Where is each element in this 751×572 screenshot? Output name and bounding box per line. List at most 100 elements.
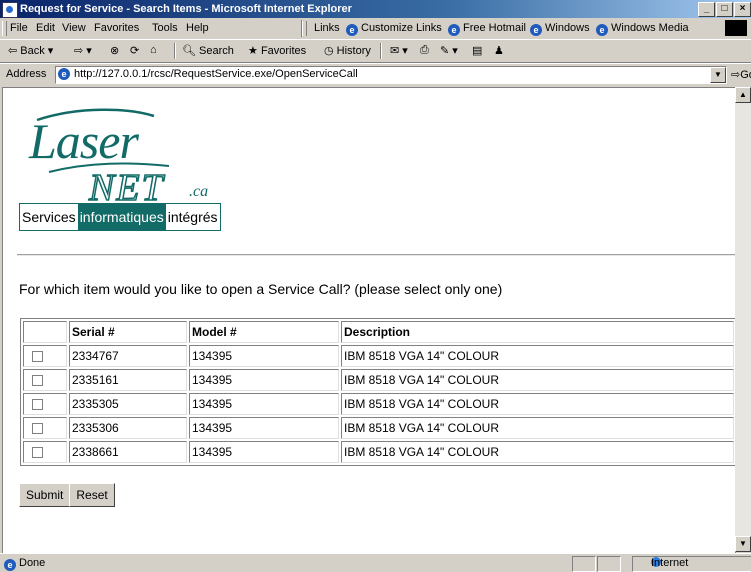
go-label: Go <box>740 69 751 81</box>
model-cell: 134395 <box>189 369 339 391</box>
edit-button[interactable]: ✎ ▾ <box>440 44 458 57</box>
link-windows-media[interactable]: e Windows Media <box>596 22 689 36</box>
refresh-button[interactable]: ⟳ <box>130 44 139 57</box>
link-windows-label: Windows <box>545 22 590 34</box>
menu-grip[interactable] <box>2 21 7 36</box>
status-label: Done <box>19 557 46 569</box>
messenger-icon: ♟ <box>494 45 504 57</box>
serial-cell: 2338661 <box>69 441 187 463</box>
messenger-button[interactable]: ♟ <box>494 44 504 57</box>
vertical-scrollbar[interactable]: ▲ ▼ <box>735 87 751 552</box>
status-pane <box>572 556 596 572</box>
serial-cell: 2335161 <box>69 369 187 391</box>
favorites-icon: ★ <box>248 45 258 57</box>
menu-help[interactable]: Help <box>186 22 209 34</box>
ie-page-icon: e <box>530 24 542 36</box>
minimize-button[interactable]: _ <box>698 2 715 17</box>
table-row: 2334767 134395 IBM 8518 VGA 14" COLOUR <box>23 345 734 367</box>
table-row: 2338661 134395 IBM 8518 VGA 14" COLOUR <box>23 441 734 463</box>
link-windows-media-label: Windows Media <box>611 22 689 34</box>
form-buttons: Submit Reset <box>19 483 115 507</box>
ie-app-icon[interactable] <box>2 2 18 18</box>
stop-button[interactable]: ⊗ <box>110 44 119 57</box>
model-cell: 134395 <box>189 417 339 439</box>
menu-tools[interactable]: Tools <box>152 22 178 34</box>
divider <box>17 254 735 256</box>
logo-laser-text: Laser <box>29 113 139 169</box>
refresh-icon: ⟳ <box>130 45 140 57</box>
tagline-integres: intégrés <box>167 209 218 225</box>
select-cell <box>23 369 67 391</box>
links-bar: Links e Customize Links e Free Hotmail e Wi… <box>301 20 689 37</box>
serial-cell: 2334767 <box>69 345 187 367</box>
close-button[interactable]: × <box>734 2 751 17</box>
reset-button[interactable]: Reset <box>69 483 115 507</box>
search-button[interactable]: 🔍︎ Search <box>182 44 234 57</box>
stop-icon: ⊗ <box>110 45 120 57</box>
back-button[interactable]: ⇦ Back ▾ <box>8 44 53 57</box>
edit-icon: ✎ <box>440 45 450 57</box>
select-cell <box>23 345 67 367</box>
link-hotmail[interactable]: e Free Hotmail <box>448 22 526 36</box>
menu-file[interactable]: File <box>10 22 28 34</box>
forward-button[interactable]: ⇨ ▾ <box>74 44 92 57</box>
history-icon: ◷ <box>324 45 334 57</box>
row-checkbox[interactable] <box>32 447 43 459</box>
go-button[interactable]: ⇨Go <box>731 68 751 81</box>
home-button[interactable]: ⌂ <box>150 44 157 56</box>
mail-icon: ✉ <box>390 45 400 57</box>
maximize-button[interactable]: □ <box>716 2 733 17</box>
description-cell: IBM 8518 VGA 14" COLOUR <box>341 345 734 367</box>
home-icon: ⌂ <box>150 44 157 56</box>
ie-page-icon: e <box>58 68 70 80</box>
table-row: 2335306 134395 IBM 8518 VGA 14" COLOUR <box>23 417 734 439</box>
toolbar-separator <box>380 43 382 59</box>
submit-button[interactable]: Submit <box>19 483 71 507</box>
security-zone[interactable]: Internet <box>632 556 751 572</box>
discuss-icon: ▤ <box>472 45 483 57</box>
table-row: 2335161 134395 IBM 8518 VGA 14" COLOUR <box>23 369 734 391</box>
ie-page-icon: e <box>346 24 358 36</box>
logo-tagline: Services informatiques intégrés <box>19 203 221 231</box>
address-dropdown-button[interactable]: ▼ <box>710 67 726 83</box>
description-cell: IBM 8518 VGA 14" COLOUR <box>341 369 734 391</box>
serial-cell: 2335305 <box>69 393 187 415</box>
back-arrow-icon: ⇦ <box>8 45 18 57</box>
lasernet-logo: Laser NET .ca Services informatiques intég… <box>19 102 224 232</box>
discuss-button[interactable]: ▤ <box>472 44 482 57</box>
print-button[interactable]: ⎙ <box>420 44 429 57</box>
page-content: Laser NET .ca Services informatiques intég… <box>2 87 736 554</box>
header-model: Model # <box>189 321 339 343</box>
zone-label: Internet <box>651 557 689 569</box>
history-button[interactable]: ◷ History <box>324 44 371 57</box>
address-label: Address <box>6 68 47 80</box>
window-titlebar[interactable]: Request for Service - Search Items - Mic… <box>0 0 751 18</box>
links-grip[interactable] <box>302 21 307 36</box>
row-checkbox[interactable] <box>32 351 43 363</box>
row-checkbox[interactable] <box>32 399 43 411</box>
link-windows[interactable]: e Windows <box>530 22 590 36</box>
page-question: For which item would you like to open a … <box>19 281 503 297</box>
windows-logo-icon <box>725 20 747 36</box>
back-label: Back <box>20 45 45 57</box>
address-input[interactable]: e http://127.0.0.1/rcsc/RequestService.e… <box>55 66 727 84</box>
select-cell <box>23 417 67 439</box>
scroll-up-button[interactable]: ▲ <box>735 87 751 103</box>
favorites-button[interactable]: ★ Favorites <box>248 44 306 57</box>
tagline-services: Services <box>22 209 76 225</box>
link-customize[interactable]: e Customize Links <box>346 22 442 36</box>
menu-edit[interactable]: Edit <box>36 22 55 34</box>
row-checkbox[interactable] <box>32 375 43 387</box>
menu-view[interactable]: View <box>62 22 86 34</box>
scroll-down-button[interactable]: ▼ <box>735 536 751 552</box>
model-cell: 134395 <box>189 393 339 415</box>
links-label[interactable]: Links <box>314 22 340 34</box>
ie-page-icon: e <box>4 559 16 571</box>
row-checkbox[interactable] <box>32 423 43 435</box>
mail-button[interactable]: ✉ ▾ <box>390 44 408 57</box>
link-customize-label: Customize Links <box>361 22 442 34</box>
link-hotmail-label: Free Hotmail <box>463 22 526 34</box>
model-cell: 134395 <box>189 441 339 463</box>
description-cell: IBM 8518 VGA 14" COLOUR <box>341 417 734 439</box>
menu-favorites[interactable]: Favorites <box>94 22 139 34</box>
